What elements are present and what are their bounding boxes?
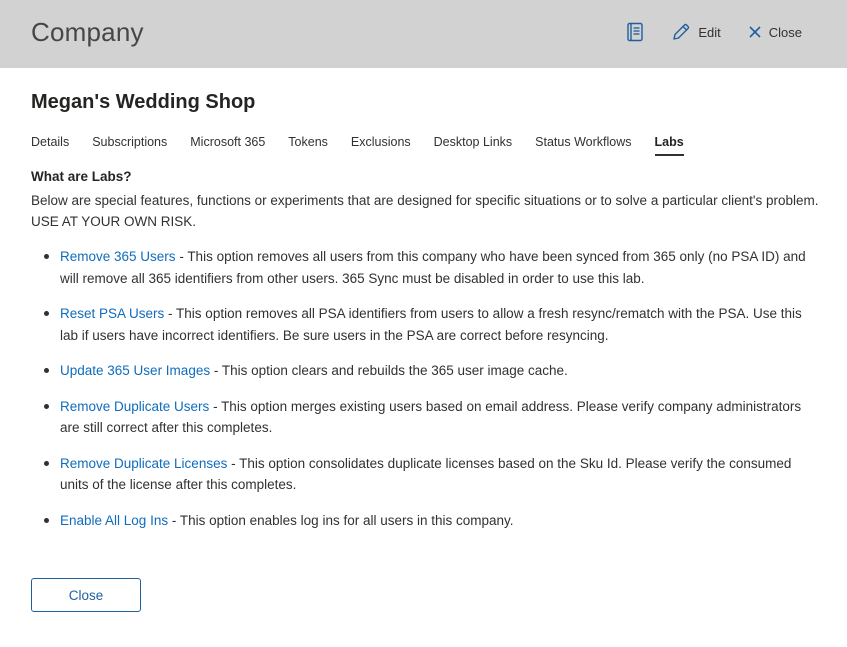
close-button[interactable]: Close [31,578,141,612]
tab-labs[interactable]: Labs [654,135,684,157]
company-name: Megan's Wedding Shop [31,91,256,113]
tab-exclusions[interactable]: Exclusions [351,135,411,157]
close-header-button[interactable]: Close [748,25,802,40]
list-item: Reset PSA Users - This option removes al… [40,303,820,346]
book-icon [627,22,644,42]
book-button[interactable] [626,22,644,42]
section-title: What are Labs? [31,169,132,184]
tab-subscriptions[interactable]: Subscriptions [92,135,167,157]
panel-title: Company [31,17,144,47]
lab-description: - This option enables log ins for all us… [168,512,514,528]
list-item: Remove Duplicate Users - This option mer… [40,396,820,439]
list-item: Update 365 User Images - This option cle… [40,360,820,382]
enable-all-log-ins-link[interactable]: Enable All Log Ins [60,513,168,528]
remove-duplicate-users-link[interactable]: Remove Duplicate Users [60,399,209,414]
panel-header: Company Edit Close [0,0,847,68]
tab-microsoft-365[interactable]: Microsoft 365 [190,135,265,157]
edit-button[interactable]: Edit [671,22,721,42]
lab-description: - This option removes all PSA identifier… [60,306,802,343]
list-item: Remove Duplicate Licenses - This option … [40,453,820,496]
close-label: Close [768,24,802,40]
edit-label: Edit [698,24,721,40]
remove-365-users-link[interactable]: Remove 365 Users [60,249,176,264]
tab-status-workflows[interactable]: Status Workflows [535,135,631,157]
pencil-icon [673,23,690,40]
tab-tokens[interactable]: Tokens [288,135,328,157]
remove-duplicate-licenses-link[interactable]: Remove Duplicate Licenses [60,456,227,471]
header-actions: Edit Close [626,22,802,42]
tab-details[interactable]: Details [31,135,69,157]
labs-intro: Below are special features, functions or… [31,193,819,229]
close-icon [749,26,761,38]
reset-psa-users-link[interactable]: Reset PSA Users [60,306,164,321]
list-item: Enable All Log Ins - This option enables… [40,510,820,532]
tab-bar: Details Subscriptions Microsoft 365 Toke… [31,135,707,157]
list-item: Remove 365 Users - This option removes a… [40,246,820,289]
tab-desktop-links[interactable]: Desktop Links [434,135,513,157]
labs-list: Remove 365 Users - This option removes a… [40,246,820,531]
update-365-user-images-link[interactable]: Update 365 User Images [60,363,210,378]
lab-description: - This option clears and rebuilds the 36… [210,363,568,378]
